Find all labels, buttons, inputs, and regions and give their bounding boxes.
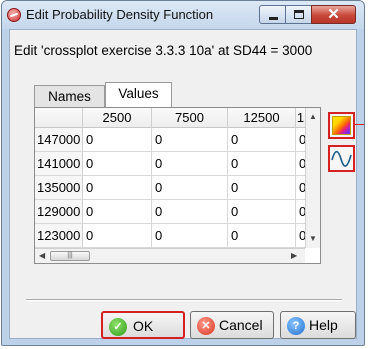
table-cell[interactable]: 0 [152,224,228,248]
table-row: 129000 0 0 0 0 [35,200,306,224]
table-cell[interactable]: 0 [228,224,296,248]
table-cell[interactable]: 0 [152,176,228,200]
table-cell[interactable]: 0 [83,224,152,248]
close-button[interactable]: ✕ [311,5,356,24]
table-row: 123000 0 0 0 0 [35,224,306,248]
column-header[interactable]: 2500 [83,108,152,128]
close-icon: ✕ [327,6,340,23]
scroll-right-icon[interactable]: ▶ [291,251,297,261]
tab-names[interactable]: Names [34,85,105,108]
window-title: Edit Probability Density Function [26,7,214,22]
minimize-button[interactable] [259,5,286,24]
maximize-icon [294,10,304,19]
table-cell[interactable]: 0 [83,200,152,224]
scroll-up-icon[interactable]: ▲ [309,112,317,122]
title-bar[interactable]: Edit Probability Density Function ✕ [2,1,364,29]
vertical-scrollbar[interactable]: ▲ ▼ [305,108,320,248]
table-cell[interactable]: 0 [152,200,228,224]
help-question-icon: ? [287,317,305,335]
row-header[interactable]: 123000 [35,224,83,248]
help-label: Help [309,317,338,333]
table-header: 2500 7500 12500 1 [35,108,320,128]
maximize-button[interactable] [285,5,312,24]
horizontal-scrollbar[interactable]: ◀ ||| ▶ [35,248,305,263]
table-row: 135000 0 0 0 0 [35,176,306,200]
table-cell[interactable]: 0 [228,128,296,152]
density-plot-button[interactable] [328,112,355,139]
row-header[interactable]: 129000 [35,200,83,224]
edit-pdf-window: Edit Probability Density Function ✕ Edit… [1,0,365,346]
minimize-icon [269,17,278,20]
separator [26,299,342,301]
table-cell[interactable]: 0 [228,176,296,200]
row-header[interactable]: 135000 [35,176,83,200]
cancel-label: Cancel [219,317,263,333]
column-header[interactable]: 12500 [228,108,296,128]
smooth-curve-button[interactable] [328,145,355,172]
row-header[interactable]: 141000 [35,152,83,176]
table-row: 141000 0 0 0 0 [35,152,306,176]
cancel-x-icon: ✕ [197,317,215,335]
table-cell[interactable]: 0 [83,152,152,176]
corner-header [35,108,83,128]
table-cell[interactable]: 0 [228,152,296,176]
values-table: 2500 7500 12500 1 147000 0 0 0 0 141000 … [34,107,321,264]
ok-button[interactable]: ✓ OK [101,311,185,339]
dialog-body: Edit 'crossplot exercise 3.3.3 10a' at S… [9,29,364,339]
row-header[interactable]: 147000 [35,128,83,152]
checkmark-icon: ✓ [109,318,127,336]
table-cell[interactable]: 0 [152,152,228,176]
table-row: 147000 0 0 0 0 [35,128,306,152]
table-cell[interactable]: 0 [228,200,296,224]
scroll-down-icon[interactable]: ▼ [309,234,317,244]
column-header[interactable]: 7500 [152,108,228,128]
scroll-thumb[interactable]: ||| [50,251,90,261]
scroll-left-icon[interactable]: ◀ [39,251,45,261]
table-cell[interactable]: 0 [83,128,152,152]
table-cell[interactable]: 0 [152,128,228,152]
sine-curve-icon [331,150,352,167]
ok-label: OK [133,318,154,334]
help-button[interactable]: ? Help [280,311,356,339]
density-plot-icon [332,116,351,135]
cancel-button[interactable]: ✕ Cancel [190,311,274,339]
callout-line [355,124,364,125]
dialog-heading: Edit 'crossplot exercise 3.3.3 10a' at S… [14,43,313,58]
tab-values[interactable]: Values [105,82,172,108]
app-icon [7,8,21,22]
table-cell[interactable]: 0 [83,176,152,200]
